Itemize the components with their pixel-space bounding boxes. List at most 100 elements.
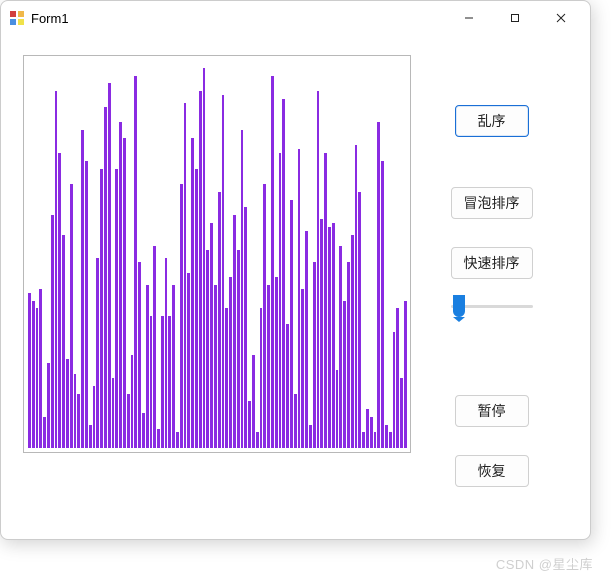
bar-chart [28,60,406,448]
bar [252,355,255,448]
bar [184,103,187,448]
bar [81,130,84,448]
bar [142,413,145,448]
bar [206,250,209,448]
bar [362,432,365,448]
bar [123,138,126,448]
bar [393,332,396,448]
bar [104,107,107,448]
window-title: Form1 [31,11,69,26]
bar [74,374,77,448]
bar [385,425,388,448]
bar [222,95,225,448]
app-window: Form1 乱序 冒泡排序 快速排序 暂停 恢复 [0,0,591,540]
bar [279,153,282,448]
bar [100,169,103,448]
bar [404,301,407,448]
bar [351,235,354,448]
bar [244,207,247,448]
bar [43,417,46,448]
bar [131,355,134,448]
bar [267,285,270,448]
bubble-sort-button[interactable]: 冒泡排序 [451,187,533,219]
bar [370,417,373,448]
bar [328,227,331,448]
bar [389,432,392,448]
maximize-button[interactable] [492,3,538,33]
bar [286,324,289,448]
bar [305,231,308,448]
bar [32,301,35,448]
bar [51,215,54,448]
bar [176,432,179,448]
resume-button[interactable]: 恢复 [455,455,529,487]
bar [112,378,115,448]
shuffle-button[interactable]: 乱序 [455,105,529,137]
bar [343,301,346,448]
bar [195,169,198,448]
bar [290,200,293,448]
bar [263,184,266,448]
bar [96,258,99,448]
bar [157,429,160,448]
bar [115,169,118,448]
bar [381,161,384,448]
bar [358,192,361,448]
bar [85,161,88,448]
bar [168,316,171,448]
bar [153,246,156,448]
bar [282,99,285,448]
bar [355,145,358,448]
titlebar[interactable]: Form1 [1,1,590,35]
bar [320,219,323,448]
bar [400,378,403,448]
bar [165,258,168,448]
bar [119,122,122,448]
bar [210,223,213,448]
bar [66,359,69,448]
bar [260,308,263,448]
client-area: 乱序 冒泡排序 快速排序 暂停 恢复 [1,35,590,539]
minimize-button[interactable] [446,3,492,33]
app-icon [9,10,25,26]
bar [347,262,350,448]
bar [187,273,190,448]
bar [150,316,153,448]
bar [294,394,297,448]
bar [301,289,304,448]
slider-thumb[interactable] [453,295,465,317]
bar [47,363,50,448]
bar [55,91,58,448]
bar [77,394,80,448]
close-button[interactable] [538,3,584,33]
bar [214,285,217,448]
bar [62,235,65,448]
bar [309,425,312,448]
bar [218,192,221,448]
bar [229,277,232,448]
bar [127,394,130,448]
bar [377,122,380,448]
quick-sort-button[interactable]: 快速排序 [451,247,533,279]
pause-button[interactable]: 暂停 [455,395,529,427]
bar [233,215,236,448]
bar [108,83,111,448]
bar [203,68,206,448]
bar [39,289,42,448]
bar [298,149,301,448]
bar [248,401,251,448]
bar [313,262,316,448]
bar [161,316,164,448]
bar [58,153,61,448]
bar [396,308,399,448]
bar [36,308,39,448]
bar [180,184,183,448]
bar [324,153,327,448]
bar [138,262,141,448]
bar [134,76,137,448]
bar [89,425,92,448]
bar [332,223,335,448]
bar [256,432,259,448]
bar [241,130,244,448]
speed-slider[interactable] [447,293,537,319]
